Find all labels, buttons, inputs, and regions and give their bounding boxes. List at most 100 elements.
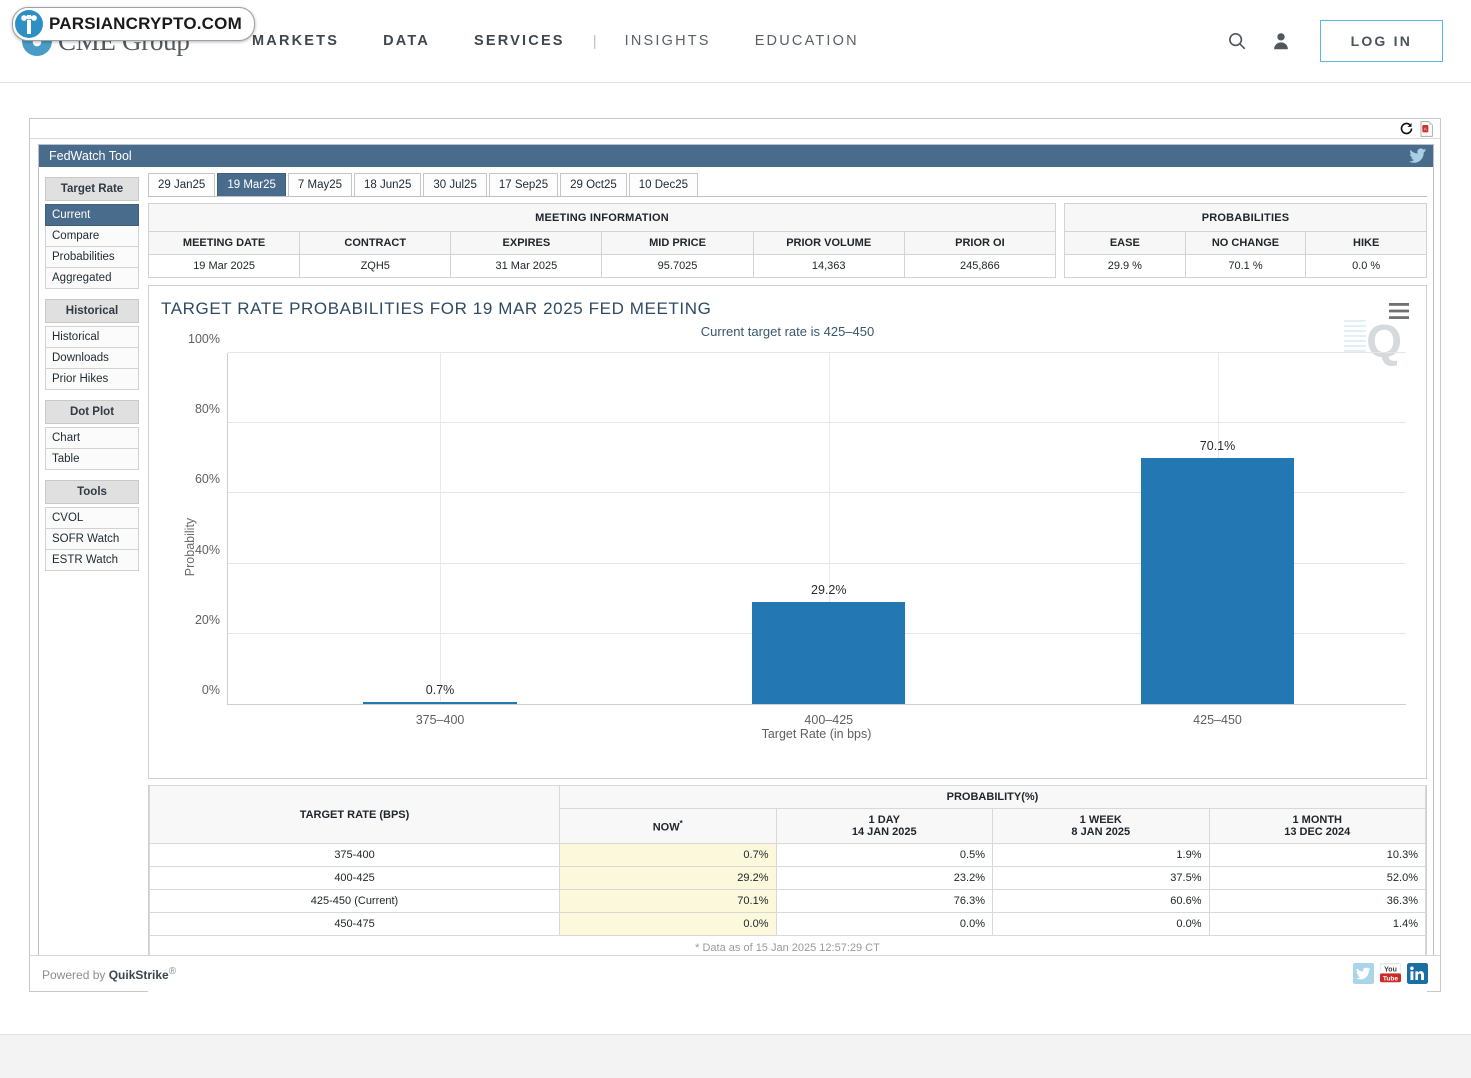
table-header-row: MEETING DATE CONTRACT EXPIRES MID PRICE … (149, 232, 1056, 255)
twitter-icon[interactable] (1353, 963, 1374, 984)
youtube-icon[interactable]: You Tube (1380, 963, 1401, 984)
sidebar-item-chart[interactable]: Chart (45, 427, 139, 449)
refresh-icon[interactable] (1399, 121, 1414, 136)
col-expires: EXPIRES (451, 232, 602, 255)
bar-425-450[interactable] (1141, 458, 1294, 704)
nav-item-education[interactable]: EDUCATION (733, 33, 881, 49)
twitter-icon[interactable] (1408, 148, 1427, 164)
probability-table: TARGET RATE (BPS) PROBABILITY(%) NOW* 1 … (149, 785, 1426, 936)
col-now-label: NOW (653, 821, 680, 833)
col-meeting-date: MEETING DATE (149, 232, 300, 255)
tab-30-jul25[interactable]: 30 Jul25 (423, 173, 486, 196)
cell-1-week: 60.6% (993, 890, 1210, 913)
cell-1-month: 52.0% (1209, 867, 1426, 890)
panel-title-bar: FedWatch Tool (39, 145, 1433, 167)
sidebar: Target Rate Current Compare Probabilitie… (45, 173, 139, 997)
cell-1-week: 0.0% (993, 913, 1210, 936)
col-1-day-label: 1 DAY (869, 814, 900, 826)
widget-footer: Powered by QuikStrike® You Tube (30, 955, 1440, 991)
fedwatch-widget: A FedWatch Tool Target Rate Current Comp… (29, 118, 1441, 992)
cell-now: 0.7% (560, 844, 777, 867)
y-tick-60: 60% (195, 472, 220, 486)
sidebar-item-prior-hikes[interactable]: Prior Hikes (45, 369, 139, 390)
panel-body: Target Rate Current Compare Probabilitie… (39, 167, 1433, 997)
sidebar-group-historical: Historical (45, 299, 139, 323)
nav-item-insights[interactable]: INSIGHTS (603, 33, 733, 49)
bar-400-425[interactable] (752, 602, 905, 704)
sidebar-item-compare[interactable]: Compare (45, 226, 139, 247)
tab-18-jun25[interactable]: 18 Jun25 (354, 173, 421, 196)
nav-item-services[interactable]: SERVICES (452, 33, 587, 49)
sidebar-item-estr-watch[interactable]: ESTR Watch (45, 550, 139, 571)
col-no-change: NO CHANGE (1185, 232, 1306, 255)
tab-29-jan25[interactable]: 29 Jan25 (148, 173, 215, 196)
powered-by-name: QuikStrike (109, 968, 169, 982)
tab-7-may25[interactable]: 7 May25 (288, 173, 352, 196)
sidebar-spacer (45, 390, 139, 400)
cell-contract: ZQH5 (300, 255, 451, 278)
sidebar-item-probabilities[interactable]: Probabilities (45, 247, 139, 268)
cell-rate: 375-400 (150, 844, 560, 867)
cell-now: 0.0% (560, 913, 777, 936)
target-rate-probabilities-chart: TARGET RATE PROBABILITIES FOR 19 MAR 202… (148, 285, 1427, 779)
watermark-logo-icon (15, 10, 43, 38)
user-icon[interactable] (1270, 30, 1292, 52)
col-1-month-sub: 13 DEC 2024 (1284, 826, 1350, 838)
table-row: 425-450 (Current) 70.1% 76.3% 60.6% 36.3… (150, 890, 1426, 913)
tab-29-oct25[interactable]: 29 Oct25 (560, 173, 627, 196)
pdf-icon[interactable]: A (1420, 121, 1434, 137)
plot-area: 100% 80% 60% 40% 20% 0% (227, 353, 1406, 705)
sidebar-item-cvol[interactable]: CVOL (45, 507, 139, 529)
cell-1-week: 37.5% (993, 867, 1210, 890)
sidebar-item-aggregated[interactable]: Aggregated (45, 268, 139, 289)
sidebar-item-downloads[interactable]: Downloads (45, 348, 139, 369)
sidebar-group-dot-plot: Dot Plot (45, 400, 139, 424)
linkedin-icon[interactable] (1407, 963, 1428, 984)
search-icon[interactable] (1226, 30, 1248, 52)
powered-by-label: Powered by QuikStrike® (42, 966, 176, 982)
sidebar-item-table[interactable]: Table (45, 449, 139, 470)
cell-1-month: 36.3% (1209, 890, 1426, 913)
tab-10-dec25[interactable]: 10 Dec25 (629, 173, 698, 196)
cell-1-month: 10.3% (1209, 844, 1426, 867)
tab-19-mar25[interactable]: 19 Mar25 (217, 173, 286, 196)
sidebar-item-current[interactable]: Current (45, 204, 139, 226)
sidebar-item-sofr-watch[interactable]: SOFR Watch (45, 529, 139, 550)
bar-label-400-425: 29.2% (811, 583, 846, 597)
cell-ease: 29.9 % (1065, 255, 1186, 278)
tab-17-sep25[interactable]: 17 Sep25 (489, 173, 558, 196)
cell-1-day: 23.2% (776, 867, 993, 890)
col-1-week-sub: 8 JAN 2025 (1071, 826, 1130, 838)
sidebar-spacer (45, 289, 139, 299)
bar-375-400[interactable] (363, 702, 516, 704)
cell-rate: 400-425 (150, 867, 560, 890)
cell-hike: 0.0 % (1306, 255, 1427, 278)
table-row: 19 Mar 2025 ZQH5 31 Mar 2025 95.7025 14,… (149, 255, 1056, 278)
svg-text:You: You (1384, 966, 1397, 973)
y-tick-80: 80% (195, 402, 220, 416)
meeting-date-tabs: 29 Jan25 19 Mar25 7 May25 18 Jun25 30 Ju… (148, 173, 1427, 197)
sidebar-item-historical[interactable]: Historical (45, 326, 139, 348)
page-bottom-strip (0, 1034, 1471, 1078)
col-contract: CONTRACT (300, 232, 451, 255)
watermark-text: PARSIANCRYPTO.COM (49, 14, 242, 34)
col-1-week-label: 1 WEEK (1080, 814, 1122, 826)
y-tick-0: 0% (202, 683, 220, 697)
plot-region: Probability 100% 80% 60% 40% (163, 347, 1412, 747)
y-tick-40: 40% (195, 543, 220, 557)
nav-item-data[interactable]: DATA (361, 33, 452, 49)
powered-by-prefix: Powered by (42, 968, 109, 982)
cell-rate: 450-475 (150, 913, 560, 936)
col-probability-group: PROBABILITY(%) (560, 786, 1426, 809)
x-tick-375-400: 375–400 (416, 713, 465, 727)
table-row: 450-475 0.0% 0.0% 0.0% 1.4% (150, 913, 1426, 936)
x-tick-400-425: 400–425 (804, 713, 853, 727)
login-button[interactable]: LOG IN (1320, 20, 1443, 62)
col-prior-volume: PRIOR VOLUME (753, 232, 904, 255)
cell-1-week: 1.9% (993, 844, 1210, 867)
col-1-month-label: 1 MONTH (1293, 814, 1343, 826)
cell-now: 29.2% (560, 867, 777, 890)
meeting-information-caption: MEETING INFORMATION (149, 204, 1056, 232)
probabilities-caption: PROBABILITIES (1065, 204, 1427, 232)
panel-title: FedWatch Tool (49, 149, 132, 163)
